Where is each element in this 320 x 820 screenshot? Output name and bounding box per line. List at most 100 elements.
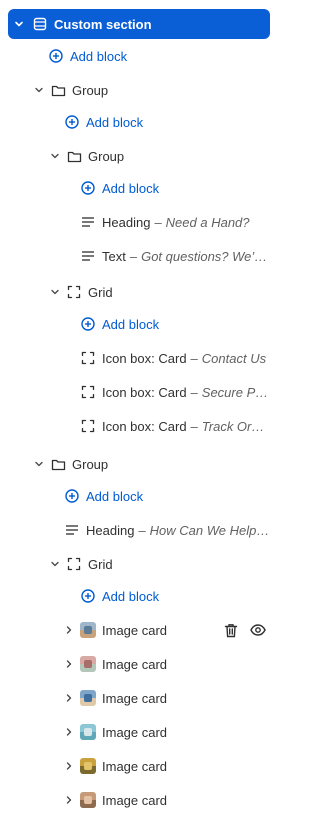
separator: – [190, 350, 198, 366]
tree-item-preview: Track Order [201, 418, 270, 434]
chevron-right-icon[interactable] [62, 691, 76, 705]
tree-item-image-card[interactable]: Image card [8, 717, 270, 747]
image-thumbnail [80, 792, 96, 808]
add-block-label: Add block [102, 588, 160, 604]
add-block-label: Add block [86, 488, 144, 504]
tree-item-label: Heading [86, 522, 135, 538]
tree-item-label: Group [72, 456, 109, 472]
add-block-label: Add block [70, 48, 128, 64]
add-block-label: Add block [102, 180, 160, 196]
plus-circle-icon [48, 48, 64, 64]
plus-circle-icon [64, 488, 80, 504]
chevron-right-icon[interactable] [62, 657, 76, 671]
chevron-down-icon[interactable] [32, 83, 46, 97]
tree-item-label: Group [88, 148, 125, 164]
tree-item-label: Heading [102, 214, 151, 230]
add-block-button[interactable]: Add block [8, 41, 270, 71]
text-lines-icon [80, 248, 96, 264]
separator: – [190, 418, 198, 434]
section-label: Custom section [54, 16, 152, 32]
separator: – [154, 214, 162, 230]
tree-item-group[interactable]: Group [8, 449, 270, 479]
add-block-label: Add block [86, 114, 144, 130]
image-thumbnail [80, 656, 96, 672]
tree-item-icon-box[interactable]: Icon box: Card – Contact Us [8, 343, 270, 373]
tree-item-label: Grid [88, 284, 113, 300]
grid-frame-icon [66, 556, 82, 572]
add-block-button[interactable]: Add block [8, 481, 270, 511]
tree-item-image-card[interactable]: Image card [8, 649, 270, 679]
tree-item-label: Image card [102, 656, 168, 672]
add-block-button[interactable]: Add block [8, 581, 270, 611]
tree-item-label: Image card [102, 622, 168, 638]
folder-icon [66, 148, 82, 164]
trash-icon[interactable] [224, 623, 238, 638]
tree-item-label: Group [72, 82, 109, 98]
tree-item-group[interactable]: Group [8, 141, 270, 171]
tree-item-label: Image card [102, 690, 168, 706]
tree-item-image-card[interactable]: Image card [8, 751, 270, 781]
tree-item-preview: How Can We Help ... [149, 522, 270, 538]
section-icon [32, 16, 48, 32]
tree-item-grid[interactable]: Grid [8, 549, 270, 579]
text-lines-icon [80, 214, 96, 230]
add-block-button[interactable]: Add block [8, 309, 270, 339]
tree-item-label: Icon box: Card [102, 350, 187, 366]
tree-item-preview: Contact Us [201, 350, 267, 366]
chevron-down-icon[interactable] [48, 149, 62, 163]
separator: – [190, 384, 198, 400]
chevron-right-icon[interactable] [62, 623, 76, 637]
tree-item-label: Text [102, 248, 126, 264]
chevron-down-icon[interactable] [48, 557, 62, 571]
add-block-button[interactable]: Add block [8, 173, 270, 203]
text-lines-icon [64, 522, 80, 538]
chevron-down-icon[interactable] [32, 457, 46, 471]
grid-frame-icon [80, 350, 96, 366]
tree-item-label: Icon box: Card [102, 418, 187, 434]
tree-item-text[interactable]: Text – Got questions? We’v... [8, 241, 270, 271]
tree-item-image-card[interactable]: Image card [8, 683, 270, 713]
tree-item-preview: Need a Hand? [165, 214, 250, 230]
grid-frame-icon [66, 284, 82, 300]
tree-item-label: Image card [102, 758, 168, 774]
eye-icon[interactable] [250, 624, 266, 636]
image-thumbnail [80, 622, 96, 638]
chevron-right-icon[interactable] [62, 793, 76, 807]
grid-frame-icon [80, 384, 96, 400]
tree-item-image-card[interactable]: Image card [8, 615, 270, 645]
plus-circle-icon [64, 114, 80, 130]
tree-item-label: Icon box: Card [102, 384, 187, 400]
tree-item-preview: Got questions? We’v... [141, 248, 270, 264]
chevron-down-icon[interactable] [48, 285, 62, 299]
tree-item-grid[interactable]: Grid [8, 277, 270, 307]
separator: – [129, 248, 138, 264]
image-thumbnail [80, 690, 96, 706]
folder-icon [50, 456, 66, 472]
chevron-right-icon[interactable] [62, 725, 76, 739]
tree-item-image-card[interactable]: Image card [8, 785, 270, 815]
tree-item-preview: Secure Pa... [201, 384, 270, 400]
block-tree: Custom section Add block Group Add block… [0, 0, 284, 820]
tree-item-heading[interactable]: Heading – How Can We Help ... [8, 515, 270, 545]
image-thumbnail [80, 724, 96, 740]
plus-circle-icon [80, 180, 96, 196]
tree-item-label: Image card [102, 792, 168, 808]
tree-item-group[interactable]: Group [8, 75, 270, 105]
tree-item-heading[interactable]: Heading – Need a Hand? [8, 207, 270, 237]
tree-item-icon-box[interactable]: Icon box: Card – Secure Pa... [8, 377, 270, 407]
clipped-row-icon [40, 0, 100, 2]
plus-circle-icon [80, 316, 96, 332]
tree-item-label: Grid [88, 556, 113, 572]
folder-icon [50, 82, 66, 98]
separator: – [138, 522, 146, 538]
add-block-label: Add block [102, 316, 160, 332]
grid-frame-icon [80, 418, 96, 434]
tree-item-label: Image card [102, 724, 168, 740]
chevron-down-icon[interactable] [12, 17, 26, 31]
plus-circle-icon [80, 588, 96, 604]
chevron-right-icon[interactable] [62, 759, 76, 773]
add-block-button[interactable]: Add block [8, 107, 270, 137]
tree-item-icon-box[interactable]: Icon box: Card – Track Order [8, 411, 270, 441]
section-row-custom[interactable]: Custom section [8, 9, 270, 39]
image-thumbnail [80, 758, 96, 774]
